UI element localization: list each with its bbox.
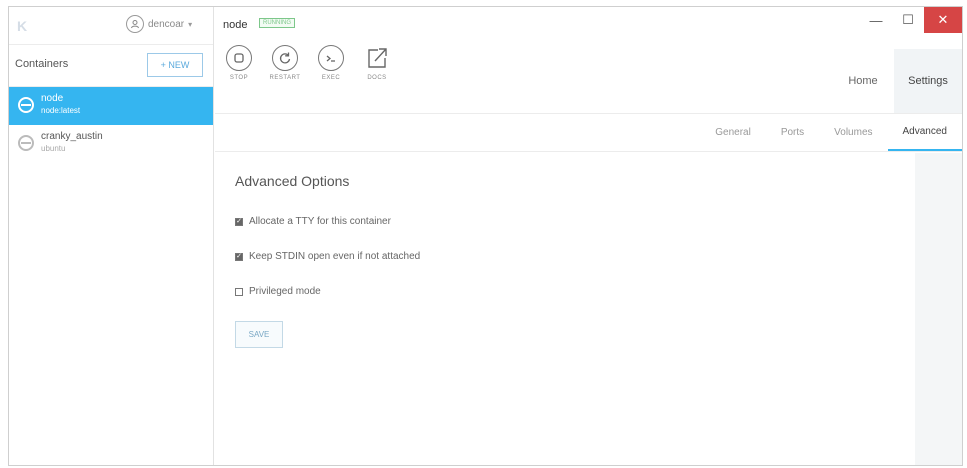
containers-title: Containers bbox=[15, 58, 69, 70]
stop-label: STOP bbox=[229, 75, 249, 81]
restart-button[interactable]: RESTART bbox=[269, 45, 301, 81]
exec-button[interactable]: EXEC bbox=[315, 45, 347, 81]
settings-subtabs-bar: General Ports Volumes Advanced bbox=[215, 113, 962, 152]
container-actions: STOP RESTART EXEC DOCS bbox=[223, 45, 393, 81]
window-controls: — ☐ ✕ bbox=[860, 7, 962, 33]
chevron-down-icon: ▾ bbox=[188, 19, 193, 29]
close-button[interactable]: ✕ bbox=[924, 7, 962, 33]
user-icon bbox=[126, 15, 144, 33]
privileged-checkbox[interactable] bbox=[235, 287, 243, 296]
option-allocate-tty[interactable]: ✓ Allocate a TTY for this container bbox=[235, 216, 391, 227]
option-privileged[interactable]: Privileged mode bbox=[235, 286, 321, 297]
tty-checkbox[interactable]: ✓ bbox=[235, 217, 243, 226]
exec-label: EXEC bbox=[321, 75, 341, 81]
new-container-button[interactable]: + NEW bbox=[147, 53, 203, 77]
title-bar: node RUNNING — ☐ ✕ bbox=[215, 7, 962, 42]
panel-right-gutter bbox=[915, 153, 962, 465]
subtab-ports[interactable]: Ports bbox=[766, 114, 819, 151]
app-window: K dencoar ▾ Containers + NEW node node:l… bbox=[8, 6, 963, 466]
settings-subtabs: General Ports Volumes Advanced bbox=[700, 114, 962, 151]
minimize-button[interactable]: — bbox=[860, 7, 892, 33]
tty-label: Allocate a TTY for this container bbox=[249, 216, 391, 227]
maximize-button[interactable]: ☐ bbox=[892, 7, 924, 33]
container-title: node bbox=[223, 19, 248, 31]
stdin-label: Keep STDIN open even if not attached bbox=[249, 251, 421, 262]
main-nav-tabs: Home Settings bbox=[832, 49, 962, 113]
subtab-advanced[interactable]: Advanced bbox=[887, 114, 962, 151]
container-name: node bbox=[41, 93, 64, 104]
user-menu[interactable]: dencoar ▾ bbox=[126, 15, 192, 33]
container-status-icon bbox=[18, 97, 34, 113]
section-title: Advanced Options bbox=[235, 173, 350, 189]
sidebar-top-bar: K dencoar ▾ bbox=[9, 7, 213, 45]
restart-icon bbox=[272, 45, 298, 71]
advanced-options-panel: Advanced Options ✓ Allocate a TTY for th… bbox=[215, 153, 915, 465]
app-logo: K bbox=[17, 18, 29, 34]
container-image: ubuntu bbox=[41, 144, 66, 153]
subtab-volumes[interactable]: Volumes bbox=[819, 114, 887, 151]
external-link-icon bbox=[364, 45, 390, 71]
container-name: cranky_austin bbox=[41, 131, 103, 142]
status-badge: RUNNING bbox=[259, 18, 295, 28]
terminal-icon bbox=[318, 45, 344, 71]
container-item-node[interactable]: node node:latest bbox=[9, 87, 213, 125]
tab-home[interactable]: Home bbox=[832, 49, 894, 113]
docs-label: DOCS bbox=[367, 75, 387, 81]
main-panel: node RUNNING — ☐ ✕ STOP RESTART EXEC DOC… bbox=[215, 7, 962, 465]
option-keep-stdin[interactable]: ✓ Keep STDIN open even if not attached bbox=[235, 251, 420, 262]
container-item-cranky-austin[interactable]: cranky_austin ubuntu bbox=[9, 125, 213, 163]
stdin-checkbox[interactable]: ✓ bbox=[235, 252, 243, 261]
docs-button[interactable]: DOCS bbox=[361, 45, 393, 81]
save-button[interactable]: SAVE bbox=[235, 321, 283, 348]
sidebar: K dencoar ▾ Containers + NEW node node:l… bbox=[9, 7, 214, 465]
stop-icon bbox=[226, 45, 252, 71]
privileged-label: Privileged mode bbox=[249, 286, 321, 297]
username: dencoar bbox=[148, 18, 185, 30]
container-list: node node:latest cranky_austin ubuntu bbox=[9, 87, 213, 163]
stop-button[interactable]: STOP bbox=[223, 45, 255, 81]
container-image: node:latest bbox=[41, 106, 81, 115]
restart-label: RESTART bbox=[269, 75, 301, 81]
container-status-icon bbox=[18, 135, 34, 151]
subtab-general[interactable]: General bbox=[700, 114, 766, 151]
containers-header: Containers + NEW bbox=[9, 45, 213, 87]
tab-settings[interactable]: Settings bbox=[894, 49, 962, 113]
